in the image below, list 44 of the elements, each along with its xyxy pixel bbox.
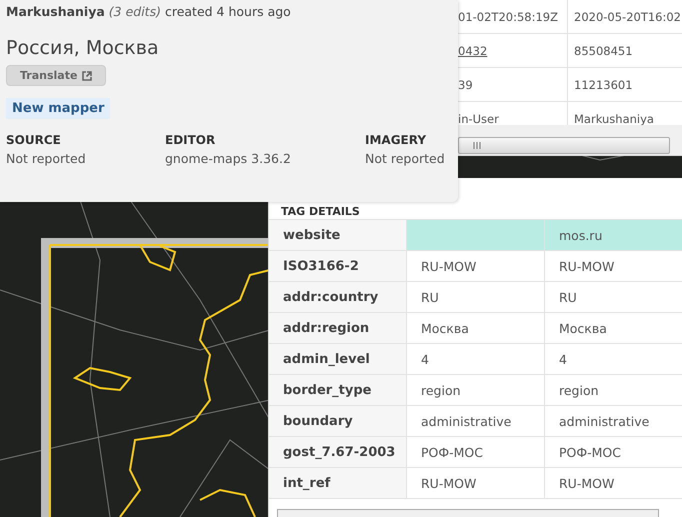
tag-key-cell: gost_7.67-2003	[269, 437, 407, 467]
tag-value-cell: 4	[545, 344, 682, 374]
meta-label: EDITOR	[165, 133, 216, 147]
tag-key-cell: int_ref	[269, 468, 407, 498]
table-cell-text: 85508451	[573, 44, 633, 58]
grip-icon	[473, 142, 481, 149]
table-cell-text: 2020-05-20T16:02	[573, 10, 681, 24]
external-link-icon	[82, 70, 92, 80]
horizontal-scrollbar[interactable]	[277, 509, 659, 517]
meta-value: gnome-maps 3.36.2	[165, 151, 292, 166]
tag-value-cell: RU-MOW	[545, 468, 682, 498]
tag-value-cell: RU	[545, 282, 682, 312]
translate-button[interactable]: Translate	[6, 65, 106, 86]
tag-value-cell: RU-MOW	[407, 251, 545, 281]
tag-key-cell: border_type	[269, 375, 407, 405]
tag-value-cell: mos.ru	[545, 220, 682, 250]
table-cell-text: Markushaniya	[573, 112, 654, 126]
scrollbar-thumb[interactable]	[458, 137, 670, 154]
new-mapper-badge: New mapper	[6, 98, 110, 119]
meta-label: IMAGERY	[365, 133, 428, 147]
tag-key-cell: boundary	[269, 406, 407, 436]
tag-key-cell: ISO3166-2	[269, 251, 407, 281]
tag-value-cell: Москва	[545, 313, 682, 343]
tag-key-cell: admin_level	[269, 344, 407, 374]
tag-value-cell: Москва	[407, 313, 545, 343]
changeset-byline: Markushaniya (3 edits) created 4 hours ago	[6, 4, 292, 19]
tag-value-cell: region	[407, 375, 545, 405]
meta-label: SOURCE	[6, 133, 62, 147]
tag-value-cell: RU	[407, 282, 545, 312]
tag-value-cell: administrative	[407, 406, 545, 436]
table-cell-text: 11213601	[573, 78, 633, 92]
changeset-title: Россия, Москва	[6, 37, 160, 59]
tag-key-cell: website	[269, 220, 407, 250]
meta-value: Not reported	[365, 151, 445, 166]
tag-value-cell: region	[545, 375, 682, 405]
tag-value-cell: 4	[407, 344, 545, 374]
tag-value-cell: РОФ-МОС	[407, 437, 545, 467]
tag-value-cell: РОФ-МОС	[545, 437, 682, 467]
meta-value: Not reported	[6, 151, 87, 166]
tag-value-cell: RU-MOW	[407, 468, 545, 498]
tag-key-cell: addr:country	[269, 282, 407, 312]
tag-value-cell: RU-MOW	[545, 251, 682, 281]
tag-value-cell: administrative	[545, 406, 682, 436]
tag-key-cell: addr:region	[269, 313, 407, 343]
